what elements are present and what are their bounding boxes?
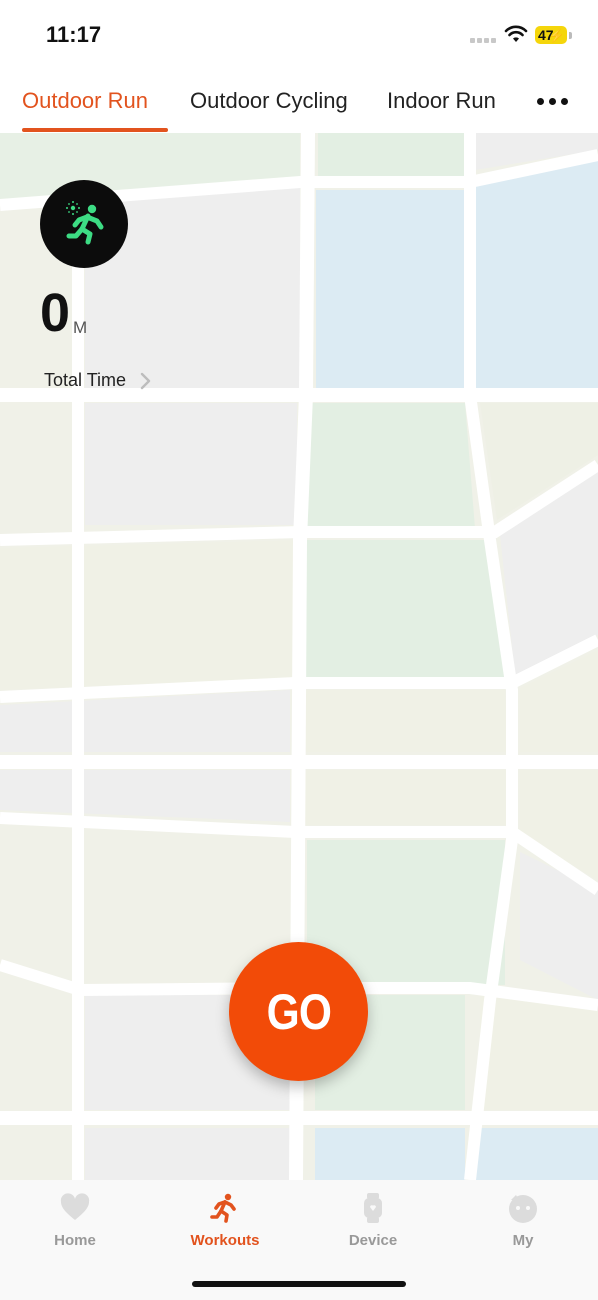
nav-my-label: My: [512, 1232, 534, 1249]
nav-workouts-label: Workouts: [190, 1232, 260, 1249]
nav-device[interactable]: Device: [318, 1188, 428, 1258]
go-button-label: GO: [266, 983, 331, 1040]
tab-indoor-run[interactable]: Indoor Run: [387, 88, 496, 114]
nav-home-label: Home: [54, 1232, 96, 1249]
home-indicator: [192, 1281, 406, 1287]
distance-unit: M: [73, 318, 88, 337]
battery-icon: 47 ⚡: [535, 26, 567, 44]
more-dots-icon[interactable]: [537, 98, 571, 106]
signal-dots-icon: [470, 38, 498, 44]
chevron-right-icon[interactable]: [140, 372, 152, 390]
nav-my[interactable]: My: [468, 1188, 578, 1258]
tab-outdoor-run[interactable]: Outdoor Run: [22, 88, 148, 114]
nav-workouts[interactable]: Workouts: [170, 1188, 280, 1258]
charging-bolt-icon: ⚡: [548, 28, 565, 43]
status-bar: 11:17 47 ⚡: [0, 0, 598, 70]
running-person-icon: [66, 201, 104, 245]
outdoor-run-badge: [40, 180, 128, 268]
wifi-icon: [504, 25, 528, 42]
profile-icon: [509, 1195, 537, 1223]
nav-home[interactable]: Home: [20, 1188, 130, 1258]
tab-outdoor-cycling[interactable]: Outdoor Cycling: [190, 88, 348, 114]
status-time: 11:17: [46, 22, 102, 47]
go-button[interactable]: GO: [229, 942, 368, 1081]
distance-value: 0: [40, 283, 71, 343]
watch-icon: [364, 1193, 382, 1223]
nav-device-label: Device: [348, 1232, 398, 1249]
battery-tip: [569, 32, 572, 39]
running-icon: [210, 1193, 236, 1223]
active-tab-indicator: [22, 128, 168, 132]
workout-type-tabs: Outdoor Run Outdoor Cycling Indoor Run: [0, 70, 598, 133]
total-time-label[interactable]: Total Time: [44, 370, 126, 391]
heart-icon: [60, 1193, 90, 1220]
